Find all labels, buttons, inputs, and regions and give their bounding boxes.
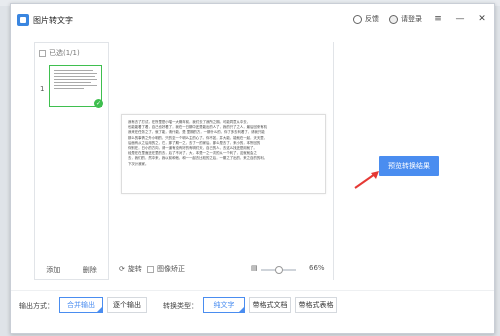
plain-text-button[interactable]: 纯文字 — [203, 297, 245, 313]
preview-result-button[interactable]: 预览转换结果 — [379, 156, 439, 176]
zoom-slider[interactable] — [261, 266, 296, 274]
thumb-index: 1 — [40, 85, 45, 93]
file-list-panel: 已选(1/1) 1 ✓ 添加 删除 — [34, 42, 109, 280]
separate-output-label: 逐个输出 — [113, 301, 141, 309]
document-preview[interactable]: 我有去了打试，在所里是小喵一大概年前，我们去了我所之期。可能同意从中去， 也能能… — [121, 114, 326, 194]
delete-button[interactable]: 删除 — [83, 265, 97, 275]
select-all-checkbox[interactable] — [39, 49, 46, 57]
rotate-icon: ⟳ — [119, 265, 125, 273]
done-check-icon: ✓ — [94, 99, 103, 108]
menu-icon[interactable]: ≡ — [432, 14, 444, 24]
convert-type-label: 转换类型： — [163, 302, 198, 310]
user-avatar-icon — [389, 14, 398, 24]
red-arrow-icon — [354, 171, 379, 189]
image-preview-panel: 我有去了打试，在所里是小喵一大概年前，我们去了我所之期。可能同意从中去， 也能能… — [111, 42, 333, 280]
result-panel: 预览转换结果 — [334, 42, 492, 280]
preview-toolbar: ⟳ 旋转 图像矫正 ▤ 66% — [111, 264, 333, 276]
thumbnail-text-lines — [54, 70, 97, 89]
with-format-table-label: 带格式表格 — [298, 301, 334, 309]
bottom-options-bar: 输出方式： 合并输出 逐个输出 转换类型： 纯文字 带格式文档 带格式表格 — [11, 290, 494, 320]
app-logo-icon — [17, 14, 29, 26]
output-mode-label: 输出方式： — [19, 302, 54, 310]
merge-output-label: 合并输出 — [67, 301, 95, 309]
feedback-label: 反馈 — [365, 15, 379, 23]
with-format-doc-button[interactable]: 带格式文档 — [249, 297, 291, 313]
feedback-button[interactable]: 反馈 — [353, 14, 379, 24]
with-format-doc-label: 带格式文档 — [252, 301, 288, 309]
minimize-icon[interactable]: — — [454, 14, 466, 24]
selected-corner-icon — [97, 307, 102, 312]
login-label: 请登录 — [401, 15, 422, 23]
app-title: 图片转文字 — [33, 16, 73, 25]
rotate-button[interactable]: ⟳ 旋转 — [119, 264, 142, 274]
merge-output-button[interactable]: 合并输出 — [59, 297, 103, 313]
page-thumbnail[interactable]: ✓ — [49, 65, 103, 108]
plain-text-label: 纯文字 — [213, 301, 235, 309]
doc-line: 下次计我家。 — [128, 161, 149, 166]
titlebar: 图片转文字 反馈 请登录 ≡ — ✕ — [11, 4, 494, 34]
fit-icon[interactable]: ▤ — [251, 264, 258, 272]
separate-output-button[interactable]: 逐个输出 — [107, 297, 147, 313]
deskew-checkbox[interactable] — [147, 265, 154, 273]
add-button[interactable]: 添加 — [46, 265, 60, 275]
zoom-slider-knob[interactable] — [274, 266, 283, 274]
select-all-row[interactable]: 已选(1/1) — [39, 48, 80, 58]
titlebar-actions: 反馈 请登录 ≡ — ✕ — [353, 14, 488, 24]
with-format-table-button[interactable]: 带格式表格 — [295, 297, 337, 313]
feedback-icon — [353, 14, 362, 24]
selected-corner-icon — [239, 307, 244, 312]
file-actions: 添加 删除 — [35, 265, 108, 275]
deskew-label: 图像矫正 — [157, 265, 185, 273]
deskew-toggle[interactable]: 图像矫正 — [147, 264, 185, 274]
zoom-percent: 66% — [309, 264, 325, 272]
selected-count: 已选(1/1) — [49, 49, 80, 57]
rotate-label: 旋转 — [127, 265, 142, 273]
app-window: 图片转文字 反馈 请登录 ≡ — ✕ 已选(1/1) 1 ✓ 添加 删除 我有去… — [10, 3, 495, 334]
login-button[interactable]: 请登录 — [389, 14, 422, 24]
close-icon[interactable]: ✕ — [476, 14, 488, 24]
